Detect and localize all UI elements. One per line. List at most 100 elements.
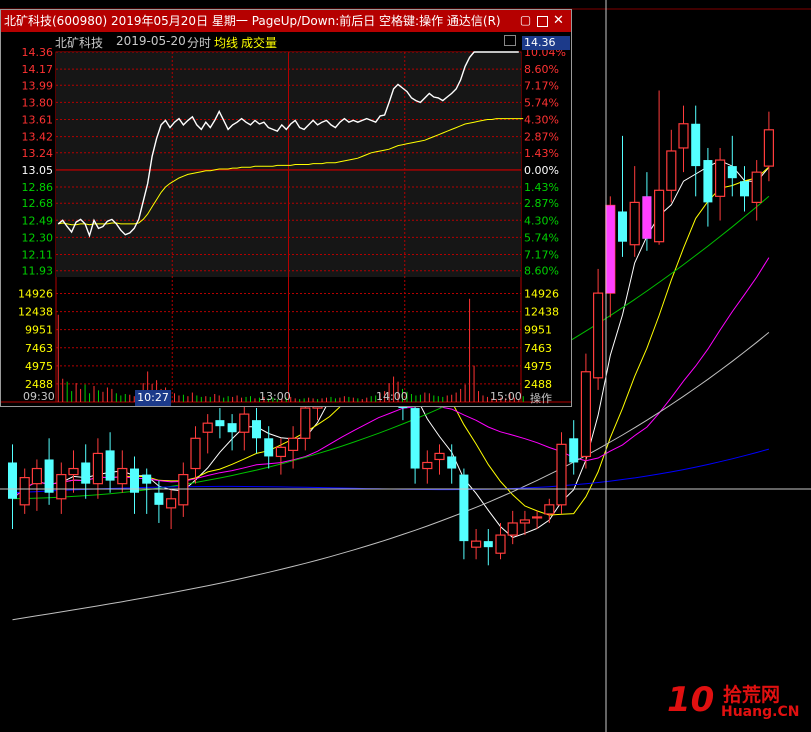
percent-axis-label: 1.43% bbox=[524, 147, 559, 160]
candle-body bbox=[666, 150, 677, 191]
percent-axis-label: 5.74% bbox=[524, 231, 559, 244]
candle-body bbox=[544, 504, 555, 515]
candle-body bbox=[580, 371, 592, 458]
volume-axis-label: 7463 bbox=[25, 342, 53, 355]
limit-up-candle bbox=[605, 205, 615, 294]
candle-body bbox=[569, 438, 579, 463]
percent-axis-label: 4.30% bbox=[524, 114, 559, 127]
candle-body bbox=[531, 516, 543, 519]
header-mode: 分时 bbox=[187, 36, 212, 50]
candle-body bbox=[239, 413, 250, 433]
price-axis-label: 13.24 bbox=[22, 147, 54, 160]
candle-body bbox=[68, 467, 79, 476]
candle-body bbox=[618, 211, 627, 242]
panel-toggle-icon[interactable] bbox=[504, 35, 516, 46]
candle-body bbox=[92, 452, 104, 485]
header-stock-name: 北矿科技 bbox=[55, 36, 104, 50]
volume-axis-label-right: 2488 bbox=[524, 378, 552, 391]
candle-body bbox=[592, 292, 604, 379]
price-axis-label: 13.42 bbox=[22, 131, 54, 144]
header-volume: 成交量 bbox=[241, 36, 278, 50]
candle-body bbox=[447, 456, 457, 469]
candle-body bbox=[300, 407, 311, 439]
volume-axis-label: 12438 bbox=[18, 306, 53, 319]
operate-button[interactable]: 操作 bbox=[530, 390, 552, 406]
price-axis-label: 14.36 bbox=[22, 46, 54, 59]
candle-body bbox=[507, 522, 518, 536]
volume-axis-label-right: 9951 bbox=[524, 324, 552, 337]
popup-title: 北矿科技(600980) 2019年05月20日 星期一 PageUp/Down… bbox=[4, 14, 501, 28]
percent-axis-label: 0.00% bbox=[524, 164, 559, 177]
candle-body bbox=[227, 423, 237, 433]
percent-axis-label: 7.17% bbox=[524, 79, 559, 92]
price-axis-label: 12.49 bbox=[22, 214, 54, 227]
candle-body bbox=[178, 473, 189, 506]
candle-body bbox=[215, 420, 225, 427]
volume-axis-label: 2488 bbox=[25, 378, 53, 391]
price-axis-label: 13.99 bbox=[22, 79, 54, 92]
percent-axis-label: 8.60% bbox=[524, 63, 559, 76]
intraday-chart[interactable]: 14.36 10.04%14.17 8.60%13.99 7.17%13.80 5.74… bbox=[1, 32, 571, 408]
time-label-1300: 13:00 bbox=[259, 390, 291, 403]
candle-body bbox=[8, 462, 17, 499]
maximize-button[interactable] bbox=[537, 16, 548, 27]
percent-axis-label: 2.87% bbox=[524, 131, 559, 144]
percent-axis-label: 2.87% bbox=[524, 197, 559, 210]
candle-body bbox=[275, 446, 286, 458]
candle-body bbox=[31, 467, 43, 485]
price-axis-label: 12.68 bbox=[22, 197, 54, 210]
current-price-box: 14.36 bbox=[522, 36, 570, 50]
volume-axis-label-right: 7463 bbox=[524, 342, 552, 355]
watermark-en: Huang.CN bbox=[721, 704, 800, 720]
candle-body bbox=[117, 467, 128, 485]
close-button[interactable]: ✕ bbox=[552, 14, 565, 27]
candle-body bbox=[105, 450, 115, 481]
intraday-popup-window[interactable]: 北矿科技(600980) 2019年05月20日 星期一 PageUp/Down… bbox=[0, 9, 572, 407]
candle-body bbox=[202, 422, 213, 433]
candle-body bbox=[471, 540, 482, 548]
volume-axis-label-right: 12438 bbox=[524, 306, 559, 319]
price-axis-label: 13.61 bbox=[22, 114, 54, 127]
time-label-1500: 15:00 bbox=[490, 390, 522, 403]
price-axis-label: 13.80 bbox=[22, 96, 54, 109]
cursor-time-box: 10:27 bbox=[135, 390, 171, 406]
candle-body bbox=[714, 159, 726, 197]
price-axis-label: 11.93 bbox=[22, 265, 54, 278]
candle-body bbox=[19, 477, 30, 506]
candle-body bbox=[81, 462, 91, 484]
candle-body bbox=[763, 129, 775, 167]
percent-axis-label: 5.74% bbox=[524, 96, 559, 109]
candle-body bbox=[740, 181, 749, 197]
price-axis-label: 12.86 bbox=[22, 181, 54, 194]
candle-body bbox=[56, 473, 67, 500]
price-axis-label: 12.11 bbox=[22, 249, 54, 262]
candle-body bbox=[483, 541, 493, 548]
candle-body bbox=[44, 459, 54, 493]
header-date: 2019-05-20 bbox=[116, 34, 186, 48]
volume-axis-label: 9951 bbox=[25, 324, 53, 337]
candle-body bbox=[459, 474, 469, 542]
price-axis-label: 14.17 bbox=[22, 63, 54, 76]
candle-body bbox=[288, 437, 299, 451]
candle-body bbox=[727, 166, 737, 179]
candle-body bbox=[519, 519, 531, 524]
volume-axis-label: 14926 bbox=[18, 288, 53, 301]
candle-body bbox=[166, 498, 177, 509]
candle-body bbox=[629, 201, 640, 246]
watermark-cn: 拾荒网 bbox=[723, 684, 781, 706]
candle-body bbox=[252, 420, 261, 439]
volume-axis-label: 4975 bbox=[25, 360, 53, 373]
volume-axis-label-right: 4975 bbox=[524, 360, 552, 373]
candle-body bbox=[154, 492, 164, 505]
time-label-0930: 09:30 bbox=[23, 390, 55, 403]
candle-body bbox=[751, 171, 762, 203]
restore-icon[interactable]: ▢ bbox=[519, 14, 532, 27]
time-label-1400: 14:00 bbox=[376, 390, 408, 403]
price-axis-label: 12.30 bbox=[22, 231, 54, 244]
candle-body bbox=[422, 461, 433, 470]
percent-axis-label: 8.60% bbox=[524, 265, 559, 278]
popup-titlebar[interactable]: 北矿科技(600980) 2019年05月20日 星期一 PageUp/Down… bbox=[1, 10, 571, 32]
volume-axis-label-right: 14926 bbox=[524, 288, 559, 301]
candle-body bbox=[691, 123, 701, 167]
price-axis-label: 13.05 bbox=[22, 164, 54, 177]
